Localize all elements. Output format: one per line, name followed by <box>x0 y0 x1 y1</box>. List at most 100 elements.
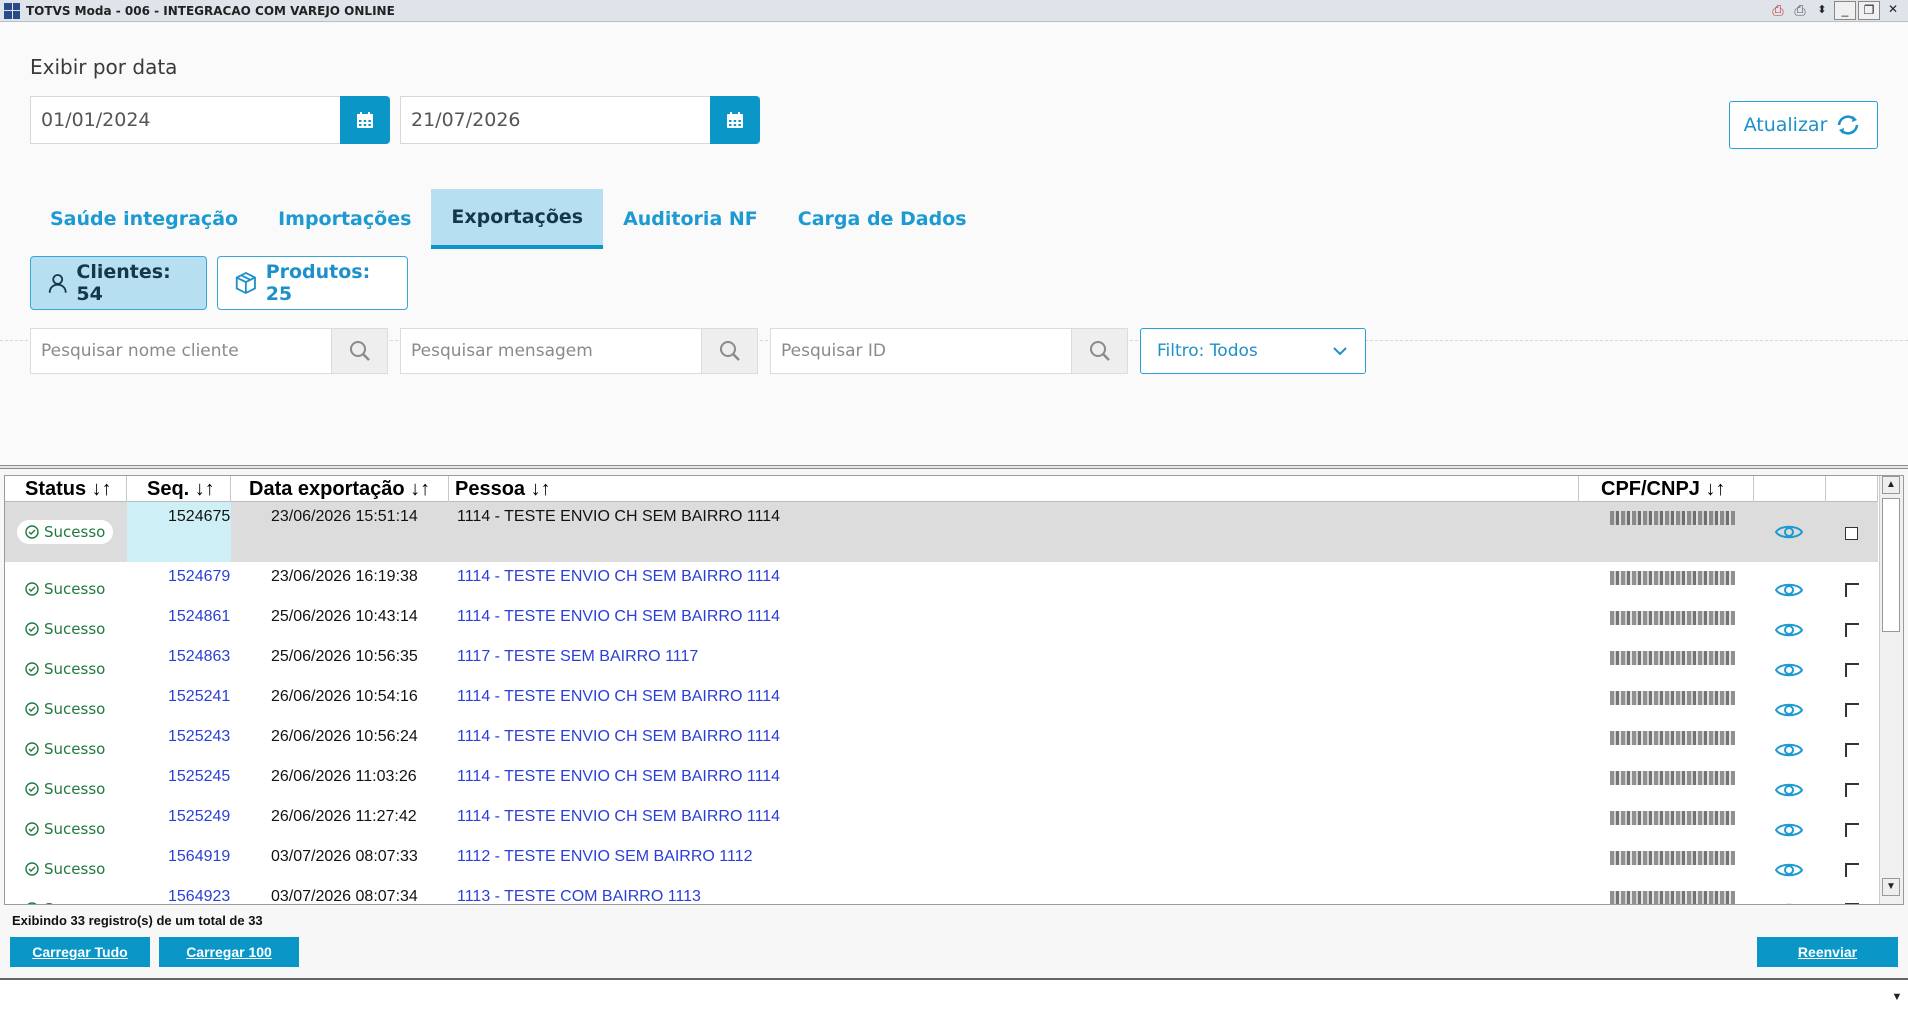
carregar-tudo-button[interactable]: Carregar Tudo <box>10 937 150 967</box>
seq-link[interactable]: 1525245 <box>168 768 230 786</box>
table-row[interactable]: Sucesso 1564923 03/07/2026 08:07:34 1113 - … <box>5 882 1878 905</box>
pessoa-link[interactable]: 1112 - TESTE ENVIO SEM BAIRRO 1112 <box>457 848 753 866</box>
search-mensagem[interactable]: Pesquisar mensagem <box>400 328 758 374</box>
seq-link[interactable]: 1524861 <box>168 608 230 626</box>
seq-link[interactable]: 1525249 <box>168 808 230 826</box>
row-checkbox[interactable] <box>1845 703 1859 717</box>
seq-link[interactable]: 1525241 <box>168 688 230 706</box>
eye-icon[interactable] <box>1774 740 1804 760</box>
eye-icon[interactable] <box>1774 900 1804 905</box>
search-icon[interactable] <box>332 328 388 374</box>
status-badge: Sucesso <box>17 897 113 904</box>
table-row[interactable]: Sucesso 1564919 03/07/2026 08:07:33 1112 - … <box>5 842 1878 882</box>
search-nome-cliente-input[interactable]: Pesquisar nome cliente <box>30 328 332 374</box>
tab-exportacoes[interactable]: Exportações <box>431 189 604 249</box>
row-checkbox[interactable] <box>1845 823 1859 837</box>
pessoa-link[interactable]: 1114 - TESTE ENVIO CH SEM BAIRRO 1114 <box>457 728 780 746</box>
cpf-cnpj-redacted <box>1610 691 1735 705</box>
eye-icon[interactable] <box>1774 522 1804 542</box>
tab-auditoria-nf[interactable]: Auditoria NF <box>603 189 778 249</box>
search-mensagem-input[interactable]: Pesquisar mensagem <box>400 328 702 374</box>
date-from-input[interactable]: 01/01/2024 <box>30 96 340 144</box>
pdf-icon[interactable]: ⎙ <box>1768 1 1788 20</box>
search-icon[interactable] <box>1072 328 1128 374</box>
panel-splitter[interactable] <box>0 465 1908 469</box>
pessoa-link[interactable]: 1117 - TESTE SEM BAIRRO 1117 <box>457 648 698 666</box>
col-seq[interactable]: Seq. ↓↑ <box>127 476 231 502</box>
eye-icon[interactable] <box>1774 820 1804 840</box>
pessoa-link[interactable]: 1114 - TESTE ENVIO CH SEM BAIRRO 1114 <box>457 508 780 526</box>
seq-link[interactable]: 1524679 <box>168 568 230 586</box>
refresh-button[interactable]: Atualizar <box>1729 101 1878 149</box>
scroll-up-arrow[interactable]: ▲ <box>1882 476 1900 494</box>
date-filter-label: Exibir por data <box>30 55 178 79</box>
row-checkbox[interactable] <box>1845 743 1859 757</box>
grid-header: Status ↓↑ Seq. ↓↑ Data exportação ↓↑ Pes… <box>5 476 1878 502</box>
date-to-input[interactable]: 21/07/2026 <box>400 96 710 144</box>
scroll-thumb[interactable] <box>1882 498 1900 632</box>
tab-importacoes[interactable]: Importações <box>258 189 431 249</box>
scroll-down-arrow[interactable]: ▼ <box>1882 878 1900 896</box>
produtos-subtab[interactable]: Produtos: 25 <box>217 256 408 310</box>
search-id[interactable]: Pesquisar ID <box>770 328 1128 374</box>
calendar-icon[interactable] <box>340 96 390 144</box>
minimize-button[interactable]: _ <box>1834 1 1856 20</box>
eye-icon[interactable] <box>1774 620 1804 640</box>
date-to-field[interactable]: 21/07/2026 <box>400 96 760 144</box>
row-checkbox[interactable] <box>1845 783 1859 797</box>
row-checkbox[interactable] <box>1845 527 1858 540</box>
col-pessoa[interactable]: Pessoa ↓↑ <box>449 476 1579 502</box>
status-filter-select[interactable]: Filtro: Todos <box>1140 328 1366 374</box>
pessoa-link[interactable]: 1114 - TESTE ENVIO CH SEM BAIRRO 1114 <box>457 568 780 586</box>
col-data-exportacao[interactable]: Data exportação ↓↑ <box>231 476 449 502</box>
seq-link[interactable]: 1525243 <box>168 728 230 746</box>
eye-icon[interactable] <box>1774 700 1804 720</box>
scroll-arrows-icon[interactable]: ⬍ <box>1812 1 1832 20</box>
search-icon[interactable] <box>702 328 758 374</box>
table-row[interactable]: Sucesso 1525245 26/06/2026 11:03:26 1114 - … <box>5 762 1878 802</box>
pessoa-link[interactable]: 1114 - TESTE ENVIO CH SEM BAIRRO 1114 <box>457 768 780 786</box>
search-id-input[interactable]: Pesquisar ID <box>770 328 1072 374</box>
seq-link[interactable]: 1564919 <box>168 848 230 866</box>
table-row[interactable]: Sucesso 1524675 23/06/2026 15:51:14 1114 - … <box>5 502 1878 562</box>
eye-icon[interactable] <box>1774 580 1804 600</box>
col-cpf-cnpj[interactable]: CPF/CNPJ ↓↑ <box>1579 476 1754 502</box>
close-button[interactable]: ✕ <box>1882 1 1904 20</box>
row-checkbox[interactable] <box>1845 623 1859 637</box>
eye-icon[interactable] <box>1774 780 1804 800</box>
table-row[interactable]: Sucesso 1524863 25/06/2026 10:56:35 1117 - … <box>5 642 1878 682</box>
seq-link[interactable]: 1564923 <box>168 888 230 904</box>
pessoa-link[interactable]: 1114 - TESTE ENVIO CH SEM BAIRRO 1114 <box>457 608 780 626</box>
col-status[interactable]: Status ↓↑ <box>5 476 127 502</box>
produtos-label: Produtos: 25 <box>265 261 371 305</box>
table-row[interactable]: Sucesso 1525249 26/06/2026 11:27:42 1114 - … <box>5 802 1878 842</box>
eye-icon[interactable] <box>1774 860 1804 880</box>
print-icon[interactable]: ⎙ <box>1790 1 1810 20</box>
grid-vertical-scrollbar[interactable]: ▲ ▼ <box>1879 476 1903 904</box>
row-checkbox[interactable] <box>1845 863 1859 877</box>
search-nome-cliente[interactable]: Pesquisar nome cliente <box>30 328 388 374</box>
restore-button[interactable]: ❐ <box>1858 1 1880 20</box>
row-checkbox[interactable] <box>1845 583 1859 597</box>
table-row[interactable]: Sucesso 1524861 25/06/2026 10:43:14 1114 - … <box>5 602 1878 642</box>
pessoa-link[interactable]: 1114 - TESTE ENVIO CH SEM BAIRRO 1114 <box>457 688 780 706</box>
table-row[interactable]: Sucesso 1525243 26/06/2026 10:56:24 1114 - … <box>5 722 1878 762</box>
carregar-100-button[interactable]: Carregar 100 <box>159 937 299 967</box>
table-row[interactable]: Sucesso 1525241 26/06/2026 10:54:16 1114 - … <box>5 682 1878 722</box>
row-checkbox[interactable] <box>1845 663 1859 677</box>
date-from-field[interactable]: 01/01/2024 <box>30 96 390 144</box>
chevron-down-icon[interactable]: ▼ <box>1888 988 1906 1006</box>
tab-saude-integracao[interactable]: Saúde integração <box>30 189 258 249</box>
clientes-subtab[interactable]: Clientes: 54 <box>30 256 207 310</box>
tab-carga-de-dados[interactable]: Carga de Dados <box>778 189 987 249</box>
seq-link[interactable]: 1524863 <box>168 648 230 666</box>
pessoa-link[interactable]: 1113 - TESTE COM BAIRRO 1113 <box>457 888 701 904</box>
pessoa-link[interactable]: 1114 - TESTE ENVIO CH SEM BAIRRO 1114 <box>457 808 780 826</box>
table-row[interactable]: Sucesso 1524679 23/06/2026 16:19:38 1114 - … <box>5 562 1878 602</box>
eye-icon[interactable] <box>1774 660 1804 680</box>
calendar-icon[interactable] <box>710 96 760 144</box>
row-checkbox[interactable] <box>1845 903 1859 904</box>
seq-link[interactable]: 1524675 <box>168 508 230 526</box>
reenviar-button[interactable]: Reenviar <box>1757 937 1898 967</box>
bottom-combo[interactable]: ▼ <box>0 978 1908 1014</box>
